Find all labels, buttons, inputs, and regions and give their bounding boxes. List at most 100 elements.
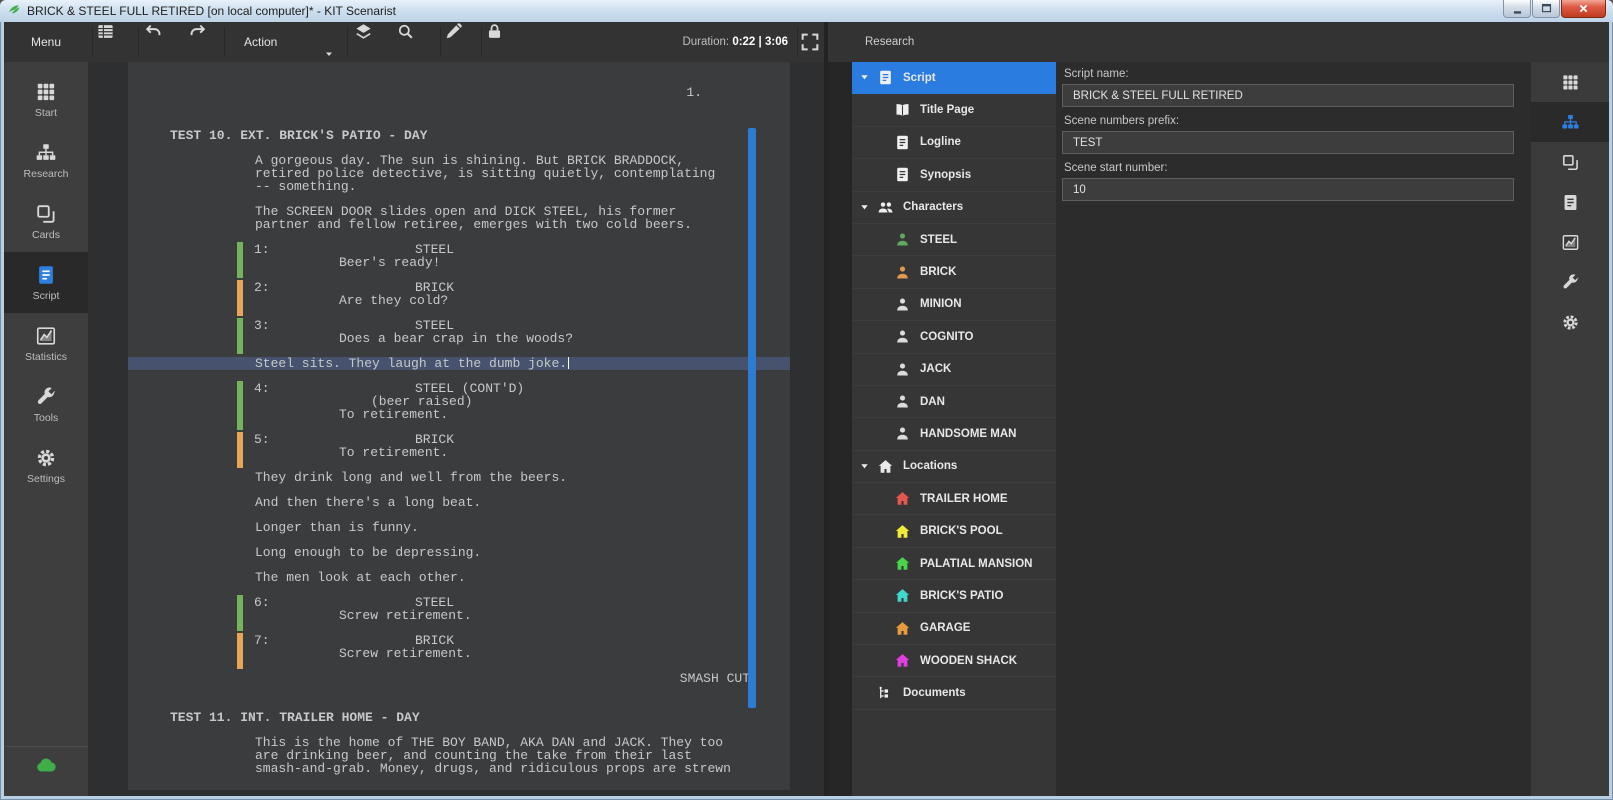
sidebar-item-cards[interactable]: Cards [4,191,88,252]
expand-arrow-icon[interactable] [859,202,870,213]
scroll-position-indicator[interactable] [748,128,756,708]
tree-item-title-page[interactable]: Title Page [852,94,1056,126]
layers-button[interactable] [354,22,392,62]
redo-button[interactable] [188,22,226,62]
statistics-icon [35,325,57,347]
tree-item-logline[interactable]: Logline [852,127,1056,159]
tree-item-brick-s-pool[interactable]: BRICK'S POOL [852,515,1056,547]
research-icon [35,142,57,164]
pencil-icon [444,22,482,62]
maximize-button[interactable] [1532,0,1560,18]
lock-button[interactable] [485,22,523,62]
sidebar-item-settings[interactable]: Settings [4,435,88,496]
right-toolbar-start[interactable] [1531,62,1609,102]
right-toolbar [1531,62,1609,796]
tree-item-cognito[interactable]: COGNITO [852,321,1056,353]
app-body: Menu Action Duration: [4,22,1609,796]
tree-item-steel[interactable]: STEEL [852,224,1056,256]
script-name-input[interactable] [1062,84,1514,107]
person-icon [894,361,911,378]
tree-item-wooden-shack[interactable]: WOODEN SHACK [852,645,1056,677]
undo-button[interactable] [144,22,182,62]
expand-arrow-icon[interactable] [859,72,870,83]
tree-item-documents[interactable]: Documents [852,677,1056,709]
tree-item-locations[interactable]: Locations [852,451,1056,483]
action-paragraph: The SCREEN DOOR slides open and DICK STE… [128,205,790,231]
research-icon [1561,113,1580,132]
action-paragraph: The men look at each other. [128,571,790,584]
tree-item-label: BRICK'S PATIO [920,590,1003,602]
right-toolbar-script[interactable] [1531,182,1609,222]
person-icon [894,264,911,281]
tree-item-synopsis[interactable]: Synopsis [852,159,1056,191]
script-page[interactable]: 1.TEST 10. EXT. BRICK'S PATIO - DAYA gor… [128,62,790,790]
tree-item-label: DAN [920,396,945,408]
sidebar-item-label: Settings [27,473,65,485]
tree-item-characters[interactable]: Characters [852,192,1056,224]
tree-item-label: TRAILER HOME [920,493,1008,505]
toolbar-separator [138,27,139,57]
house-icon [894,652,911,669]
tree-item-brick-s-patio[interactable]: BRICK'S PATIO [852,580,1056,612]
action-line: retired police detective, is sitting qui… [128,167,790,180]
connection-status[interactable] [4,753,88,777]
right-toolbar-settings[interactable] [1531,302,1609,342]
tree-item-jack[interactable]: JACK [852,354,1056,386]
sidebar-item-tools[interactable]: Tools [4,374,88,435]
action-line: Long enough to be depressing. [128,546,790,559]
tree-item-handsome-man[interactable]: HANDSOME MAN [852,418,1056,450]
dialogue-number: 1: [254,243,270,256]
close-button[interactable] [1561,0,1606,18]
chevron-down-icon [323,36,335,48]
tree-item-brick[interactable]: BRICK [852,256,1056,288]
person-icon [894,328,911,345]
dialogue-number: 6: [254,596,270,609]
right-toolbar-tools[interactable] [1531,262,1609,302]
scene-start-input[interactable] [1062,178,1514,201]
dialogue-block: 4:STEEL (CONT'D)(beer raised)To retireme… [128,382,790,421]
action-line: And then there's a long beat. [128,496,790,509]
expand-arrow-icon[interactable] [859,461,870,472]
tree-item-garage[interactable]: GARAGE [852,613,1056,645]
tree-item-minion[interactable]: MINION [852,289,1056,321]
app-window: BRICK & STEEL FULL RETIRED [on local com… [0,0,1613,800]
tree-item-label: JACK [920,363,951,375]
paragraph-type-dropdown[interactable]: Action [228,22,347,62]
fullscreen-button[interactable] [799,31,821,53]
dialogue-marker-green [237,595,243,631]
scene-start-label: Scene start number: [1064,162,1531,174]
tree-item-palatial-mansion[interactable]: PALATIAL MANSION [852,548,1056,580]
sidebar-item-statistics[interactable]: Statistics [4,313,88,374]
tree-item-label: WOODEN SHACK [920,655,1017,667]
script-name-label: Script name: [1064,68,1531,80]
scene-prefix-input[interactable] [1062,131,1514,154]
minimize-button[interactable] [1503,0,1531,18]
search-button[interactable] [396,22,434,62]
right-toolbar-statistics[interactable] [1531,222,1609,262]
research-detail-panel: Script name: Scene numbers prefix: Scene… [1056,62,1531,796]
edit-mode-button[interactable] [444,22,482,62]
card-list-button[interactable] [96,22,134,62]
tree-item-trailer-home[interactable]: TRAILER HOME [852,483,1056,515]
tree-item-script[interactable]: Script [852,62,1056,94]
dialogue-marker-orange [237,432,243,468]
doc-icon [894,134,911,151]
tree-item-label: Logline [920,136,961,148]
menu-button[interactable]: Menu [4,22,88,62]
layers-icon [354,22,392,62]
sidebar-item-script[interactable]: Script [4,252,88,313]
person-icon [894,231,911,248]
scene-prefix-label: Scene numbers prefix: [1064,115,1531,127]
tools-icon [1561,273,1580,292]
tree-item-label: PALATIAL MANSION [920,558,1032,570]
right-toolbar-research[interactable] [1531,102,1609,142]
title-bar[interactable]: BRICK & STEEL FULL RETIRED [on local com… [0,0,1613,22]
text-cursor [568,357,569,369]
tree-item-dan[interactable]: DAN [852,386,1056,418]
house-icon [894,523,911,540]
sidebar-item-research[interactable]: Research [4,130,88,191]
script-editor[interactable]: 1.TEST 10. EXT. BRICK'S PATIO - DAYA gor… [88,62,824,796]
right-toolbar-cards[interactable] [1531,142,1609,182]
sidebar-divider [4,746,88,747]
sidebar-item-start[interactable]: Start [4,69,88,130]
